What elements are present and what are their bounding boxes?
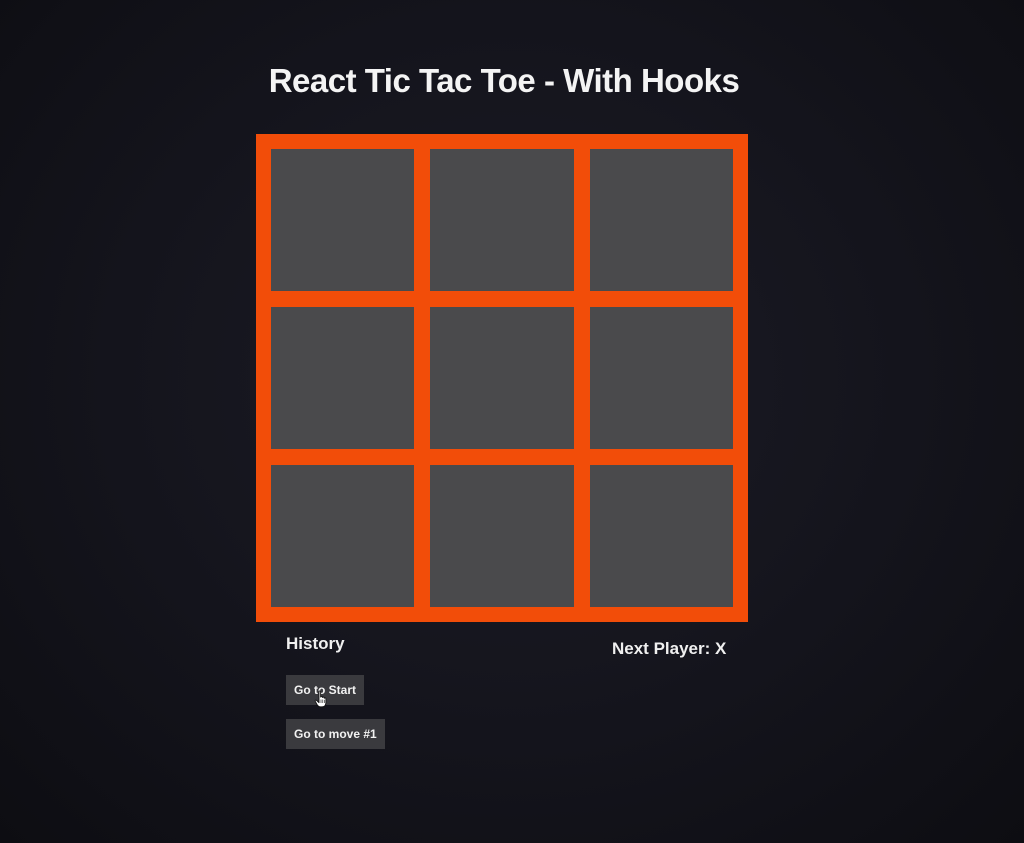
history-item: Go to Start <box>286 675 385 705</box>
board-square-3[interactable] <box>589 149 733 291</box>
history-heading: History <box>286 634 345 653</box>
page-title: React Tic Tac Toe - With Hooks <box>268 62 740 99</box>
board-square-7[interactable] <box>271 465 415 607</box>
board-square-9[interactable] <box>589 465 733 607</box>
hand-pointer-icon <box>314 690 327 708</box>
board-square-5[interactable] <box>430 307 574 449</box>
board-square-2[interactable] <box>430 149 574 291</box>
game-board <box>256 134 748 622</box>
history-list: Go to Start Go to move #1 <box>286 675 385 763</box>
board-square-4[interactable] <box>271 307 415 449</box>
go-to-move-1-button[interactable]: Go to move #1 <box>286 719 385 749</box>
board-square-8[interactable] <box>430 465 574 607</box>
board-square-6[interactable] <box>589 307 733 449</box>
board-square-1[interactable] <box>271 149 415 291</box>
history-item: Go to move #1 <box>286 719 385 749</box>
next-player-status: Next Player: X <box>612 639 727 658</box>
